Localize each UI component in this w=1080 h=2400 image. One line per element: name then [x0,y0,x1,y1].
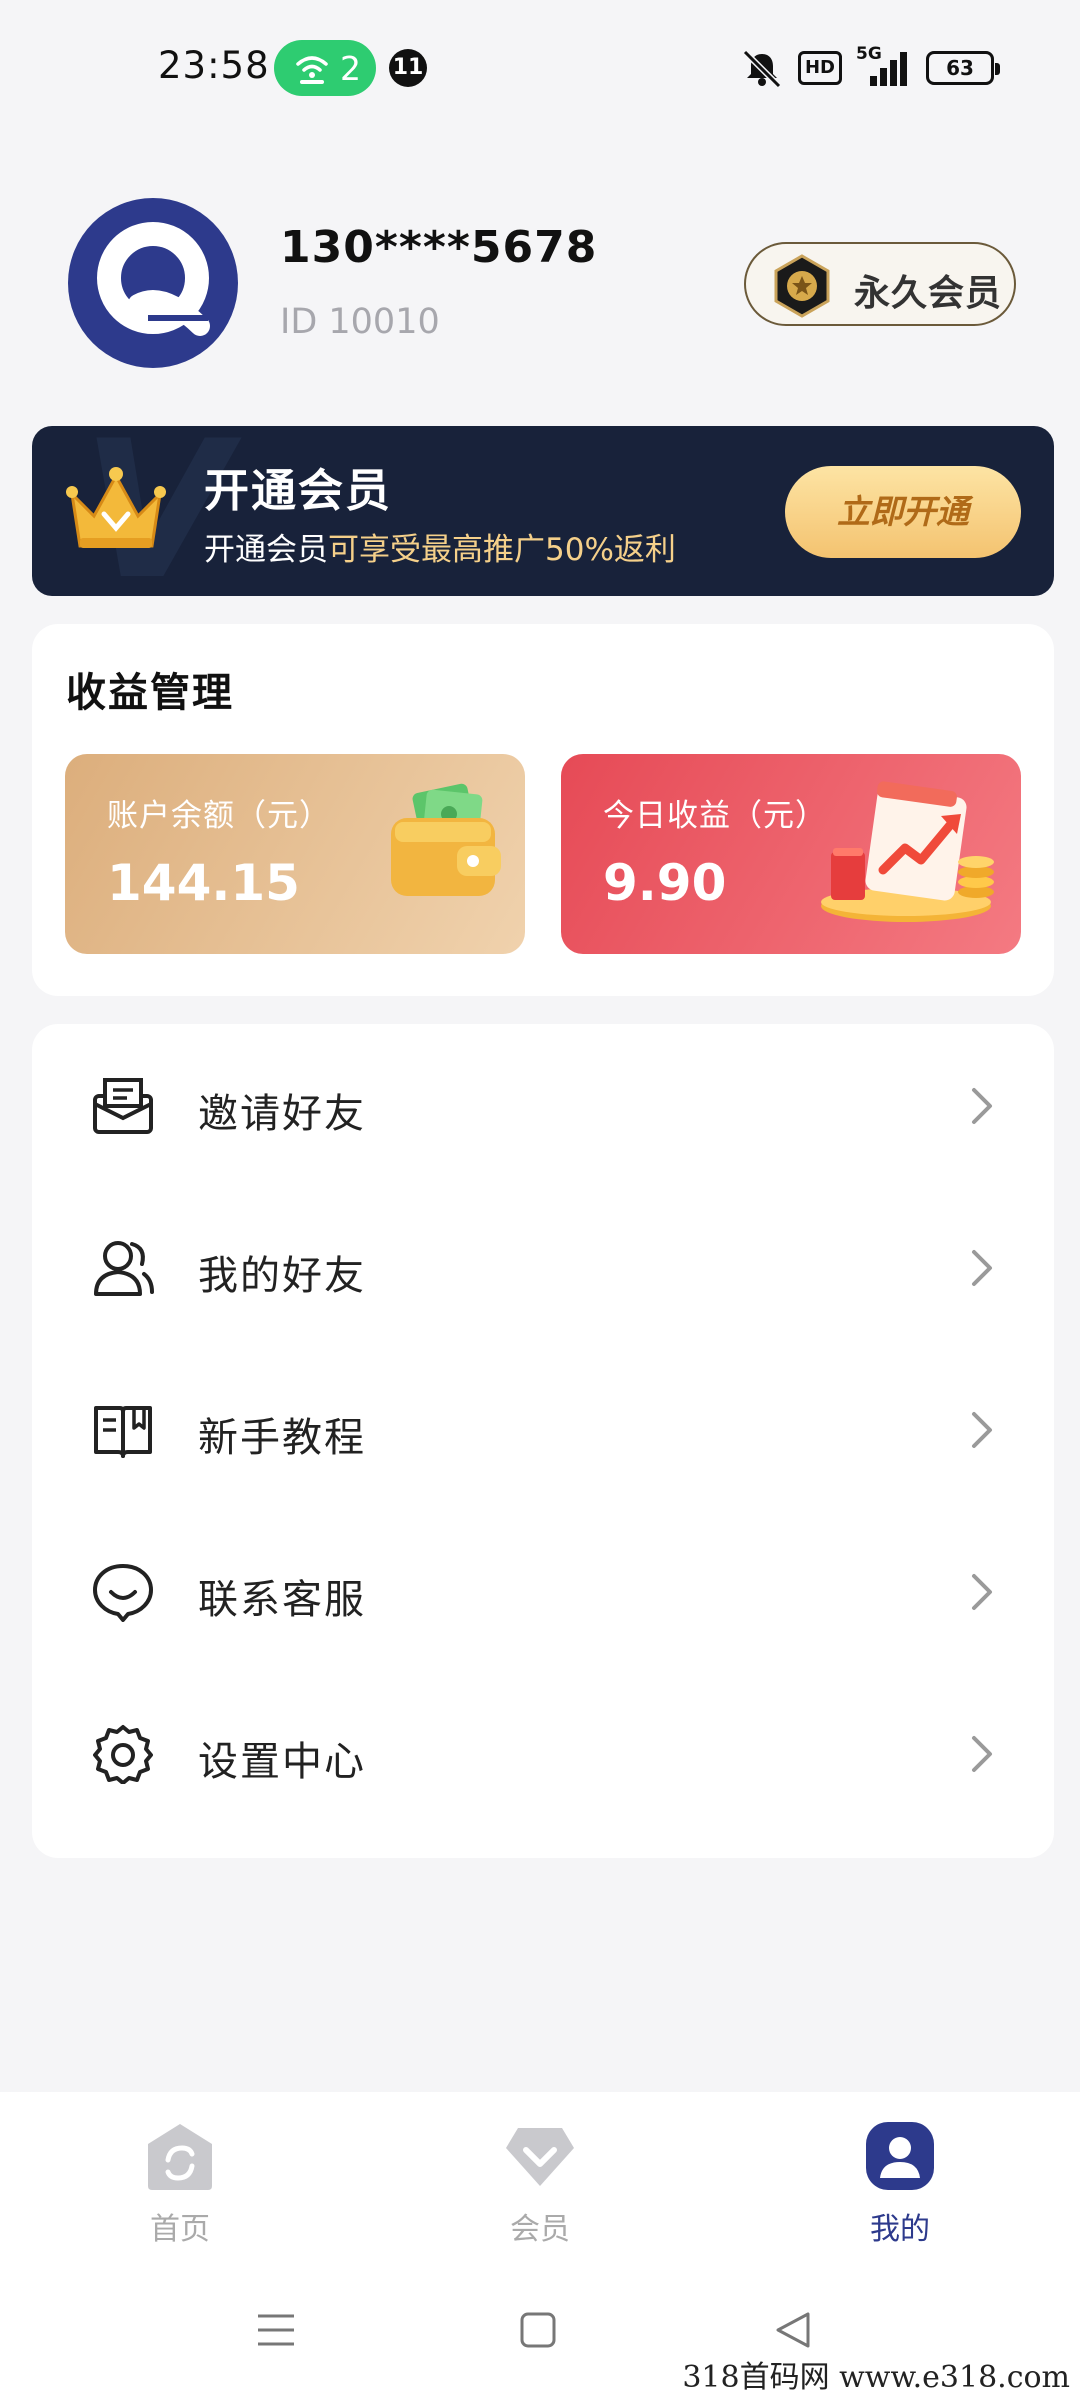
avatar[interactable] [68,198,238,368]
diamond-icon [506,2128,574,2186]
friends-icon [94,1241,154,1296]
menu-card: 邀请好友 我的好友 新手教程 联系客服 设置中心 [32,1024,1054,1858]
menu-lines-icon[interactable] [256,2310,296,2350]
nav-tab-mine[interactable]: 我的 [810,2120,990,2260]
nav-tab-member[interactable]: 会员 [450,2120,630,2260]
chevron-right-icon [972,1736,992,1772]
menu-item-label: 设置中心 [198,1739,366,1785]
nav-tab-home[interactable]: 首页 [90,2120,270,2260]
chevron-right-icon [972,1088,992,1124]
envelope-icon [93,1078,153,1134]
menu-item-tutorial[interactable]: 新手教程 [32,1349,1054,1511]
open-membership-button[interactable]: 立即开通 [785,466,1021,558]
chevron-right-icon [972,1412,992,1448]
home-square-icon[interactable] [518,2310,558,2350]
bell-muted-icon [742,49,782,88]
permanent-member-badge[interactable]: 永久会员 [744,242,1016,326]
balance-value: 144.15 [107,854,300,912]
username: 130****5678 [280,222,598,273]
earnings-card: 收益管理 账户余额（元） 144.15 今日收益（元） 9.90 [32,624,1054,996]
nav-label: 首页 [150,2212,210,2247]
crown-icon [66,467,166,548]
menu-item-customer-service[interactable]: 联系客服 [32,1511,1054,1673]
menu-item-label: 联系客服 [198,1577,366,1623]
chat-bubble-icon [93,1564,153,1622]
back-triangle-icon[interactable] [774,2310,814,2350]
gear-icon [93,1725,153,1784]
today-earnings-tile[interactable]: 今日收益（元） 9.90 [561,754,1021,954]
hotspot-pill: 2 [274,40,376,96]
menu-item-my-friends[interactable]: 我的好友 [32,1187,1054,1349]
account-balance-tile[interactable]: 账户余额（元） 144.15 [65,754,525,954]
earnings-title: 收益管理 [66,670,234,716]
user-id: ID 10010 [280,302,440,342]
user-icon [866,2122,934,2190]
banner-subtitle: 开通会员可享受最高推广50%返利 [204,524,676,569]
status-time: 23:58 [158,44,270,87]
menu-item-label: 邀请好友 [198,1091,366,1137]
app-logo-icon [97,222,210,336]
earnings-chart-icon [821,781,994,922]
medal-icon [774,254,830,318]
hd-indicator: HD [797,51,842,85]
hotspot-icon [296,56,328,84]
notification-count-badge: 11 [389,49,427,87]
bottom-nav: 首页 会员 我的 [0,2092,1080,2270]
badge-label: 永久会员 [854,273,1003,314]
menu-item-invite-friends[interactable]: 邀请好友 [32,1025,1054,1187]
status-bar: 23:58 2 11 HD 5G 63 [0,0,1080,130]
home-icon [148,2124,212,2190]
system-nav-bar: 318首码网 www.e318.com [0,2270,1080,2400]
hotspot-count: 2 [340,49,361,88]
balance-label: 账户余额（元） [107,798,331,834]
battery-icon: 63 [926,51,1000,85]
status-indicators: HD 5G 63 [740,44,1000,90]
book-icon [94,1406,152,1458]
signal-5g-icon: 5G [856,44,912,88]
banner-title: 开通会员 [204,464,393,517]
today-value: 9.90 [603,854,727,912]
wallet-icon [391,783,501,896]
watermark: 318首码网 www.e318.com [682,2360,1070,2395]
menu-item-label: 我的好友 [198,1253,366,1299]
banner-subtitle-prefix: 开通会员 [204,532,328,568]
today-label: 今日收益（元） [603,798,827,834]
menu-item-settings[interactable]: 设置中心 [32,1673,1054,1835]
nav-label: 会员 [510,2212,570,2247]
banner-subtitle-highlight: 可享受最高推广50%返利 [328,532,676,568]
chevron-right-icon [972,1574,992,1610]
chevron-right-icon [972,1250,992,1286]
menu-item-label: 新手教程 [198,1415,366,1461]
nav-label: 我的 [870,2212,930,2247]
member-promo-banner[interactable]: V 开通会员 开通会员可享受最高推广50%返利 立即开通 [32,426,1054,596]
